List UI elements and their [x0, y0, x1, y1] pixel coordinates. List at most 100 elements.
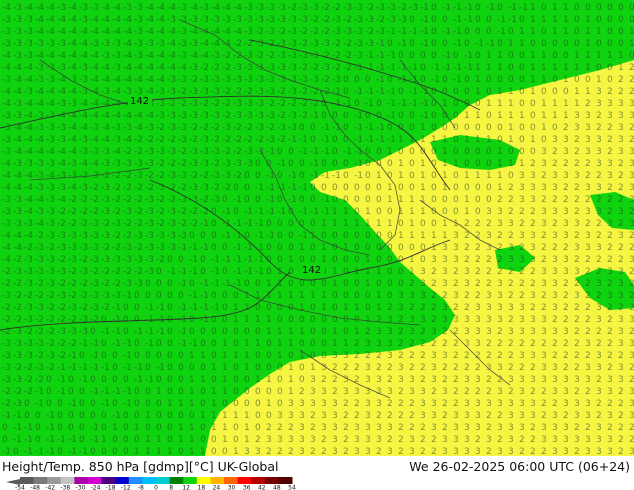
svg-text:1: 1: [376, 219, 382, 229]
svg-text:-3: -3: [2, 207, 11, 217]
svg-text:1: 1: [156, 387, 162, 397]
svg-text:-3: -3: [233, 15, 242, 25]
svg-text:-1: -1: [211, 267, 220, 277]
svg-text:0: 0: [497, 39, 503, 49]
svg-text:-3: -3: [2, 111, 11, 121]
svg-text:3: 3: [431, 363, 437, 373]
svg-text:-2: -2: [376, 15, 385, 25]
svg-text:-3: -3: [178, 75, 187, 85]
svg-text:-2: -2: [35, 291, 44, 301]
svg-text:1: 1: [211, 387, 217, 397]
svg-text:3: 3: [541, 279, 547, 289]
svg-text:-1: -1: [420, 27, 429, 37]
svg-text:-3: -3: [288, 51, 297, 61]
svg-text:3: 3: [299, 423, 305, 433]
svg-text:3: 3: [442, 435, 448, 445]
svg-text:2: 2: [475, 267, 481, 277]
svg-text:0: 0: [277, 255, 283, 265]
svg-text:2: 2: [629, 279, 634, 289]
svg-text:-3: -3: [24, 303, 33, 313]
svg-text:-3: -3: [167, 15, 176, 25]
svg-text:2: 2: [574, 207, 580, 217]
svg-text:0: 0: [255, 387, 261, 397]
svg-text:3: 3: [321, 423, 327, 433]
svg-text:0: 0: [156, 375, 162, 385]
svg-text:0: 0: [244, 195, 250, 205]
svg-text:-1: -1: [90, 351, 99, 361]
svg-text:-3: -3: [112, 291, 121, 301]
svg-text:-1: -1: [178, 267, 187, 277]
svg-text:2: 2: [618, 87, 624, 97]
svg-text:-3: -3: [178, 111, 187, 121]
svg-text:1: 1: [288, 327, 294, 337]
svg-text:-3: -3: [156, 111, 165, 121]
svg-text:-2: -2: [156, 195, 165, 205]
svg-text:1: 1: [288, 363, 294, 373]
svg-text:-2: -2: [156, 207, 165, 217]
svg-text:-4: -4: [57, 147, 66, 157]
svg-text:2: 2: [398, 447, 404, 456]
svg-text:0: 0: [79, 411, 85, 421]
svg-text:3: 3: [310, 435, 316, 445]
svg-text:3: 3: [552, 327, 558, 337]
svg-text:3: 3: [596, 423, 602, 433]
svg-text:1: 1: [497, 63, 503, 73]
svg-text:0: 0: [387, 267, 393, 277]
svg-text:3: 3: [618, 207, 624, 217]
svg-text:0: 0: [365, 75, 371, 85]
svg-text:0: 0: [112, 447, 118, 456]
svg-text:0: 0: [134, 387, 140, 397]
svg-text:-3: -3: [46, 195, 55, 205]
svg-text:2: 2: [541, 411, 547, 421]
svg-text:3: 3: [530, 351, 536, 361]
svg-text:0: 0: [629, 15, 634, 25]
svg-text:0: 0: [464, 39, 470, 49]
svg-text:-3: -3: [46, 231, 55, 241]
svg-text:-3: -3: [178, 15, 187, 25]
svg-text:-1: -1: [277, 159, 286, 169]
svg-text:0: 0: [574, 39, 580, 49]
svg-text:-2: -2: [68, 279, 77, 289]
svg-text:0: 0: [420, 63, 426, 73]
svg-text:3: 3: [497, 423, 503, 433]
svg-text:0: 0: [519, 63, 525, 73]
svg-text:-1: -1: [244, 267, 253, 277]
svg-text:-1: -1: [123, 351, 132, 361]
svg-text:-2: -2: [299, 99, 308, 109]
svg-text:1: 1: [519, 39, 525, 49]
svg-text:3: 3: [519, 315, 525, 325]
svg-text:2: 2: [618, 243, 624, 253]
svg-text:3: 3: [409, 435, 415, 445]
svg-text:1: 1: [189, 423, 195, 433]
svg-text:-4: -4: [90, 27, 99, 37]
svg-text:2: 2: [607, 243, 613, 253]
svg-text:2: 2: [552, 147, 558, 157]
svg-text:-2: -2: [57, 207, 66, 217]
svg-text:3: 3: [431, 255, 437, 265]
svg-text:3: 3: [332, 399, 338, 409]
svg-text:1: 1: [552, 15, 558, 25]
svg-text:1: 1: [189, 399, 195, 409]
svg-text:0: 0: [255, 171, 261, 181]
svg-text:-3: -3: [244, 3, 253, 13]
svg-text:-3: -3: [46, 123, 55, 133]
svg-text:0: 0: [211, 327, 217, 337]
svg-text:-4: -4: [68, 135, 77, 145]
svg-text:-2: -2: [134, 135, 143, 145]
svg-text:0: 0: [288, 279, 294, 289]
svg-text:-3: -3: [167, 87, 176, 97]
svg-text:0: 0: [431, 219, 437, 229]
svg-text:3: 3: [607, 375, 613, 385]
scale-swatch: [156, 477, 171, 484]
svg-text:3: 3: [486, 207, 492, 217]
svg-text:3: 3: [464, 279, 470, 289]
svg-text:-4: -4: [145, 27, 154, 37]
svg-text:-1: -1: [420, 3, 429, 13]
svg-text:-3: -3: [288, 27, 297, 37]
svg-text:1: 1: [233, 447, 239, 456]
svg-text:3: 3: [420, 399, 426, 409]
svg-text:0: 0: [442, 15, 448, 25]
svg-text:0: 0: [618, 15, 624, 25]
svg-text:2: 2: [585, 267, 591, 277]
svg-text:2: 2: [563, 303, 569, 313]
